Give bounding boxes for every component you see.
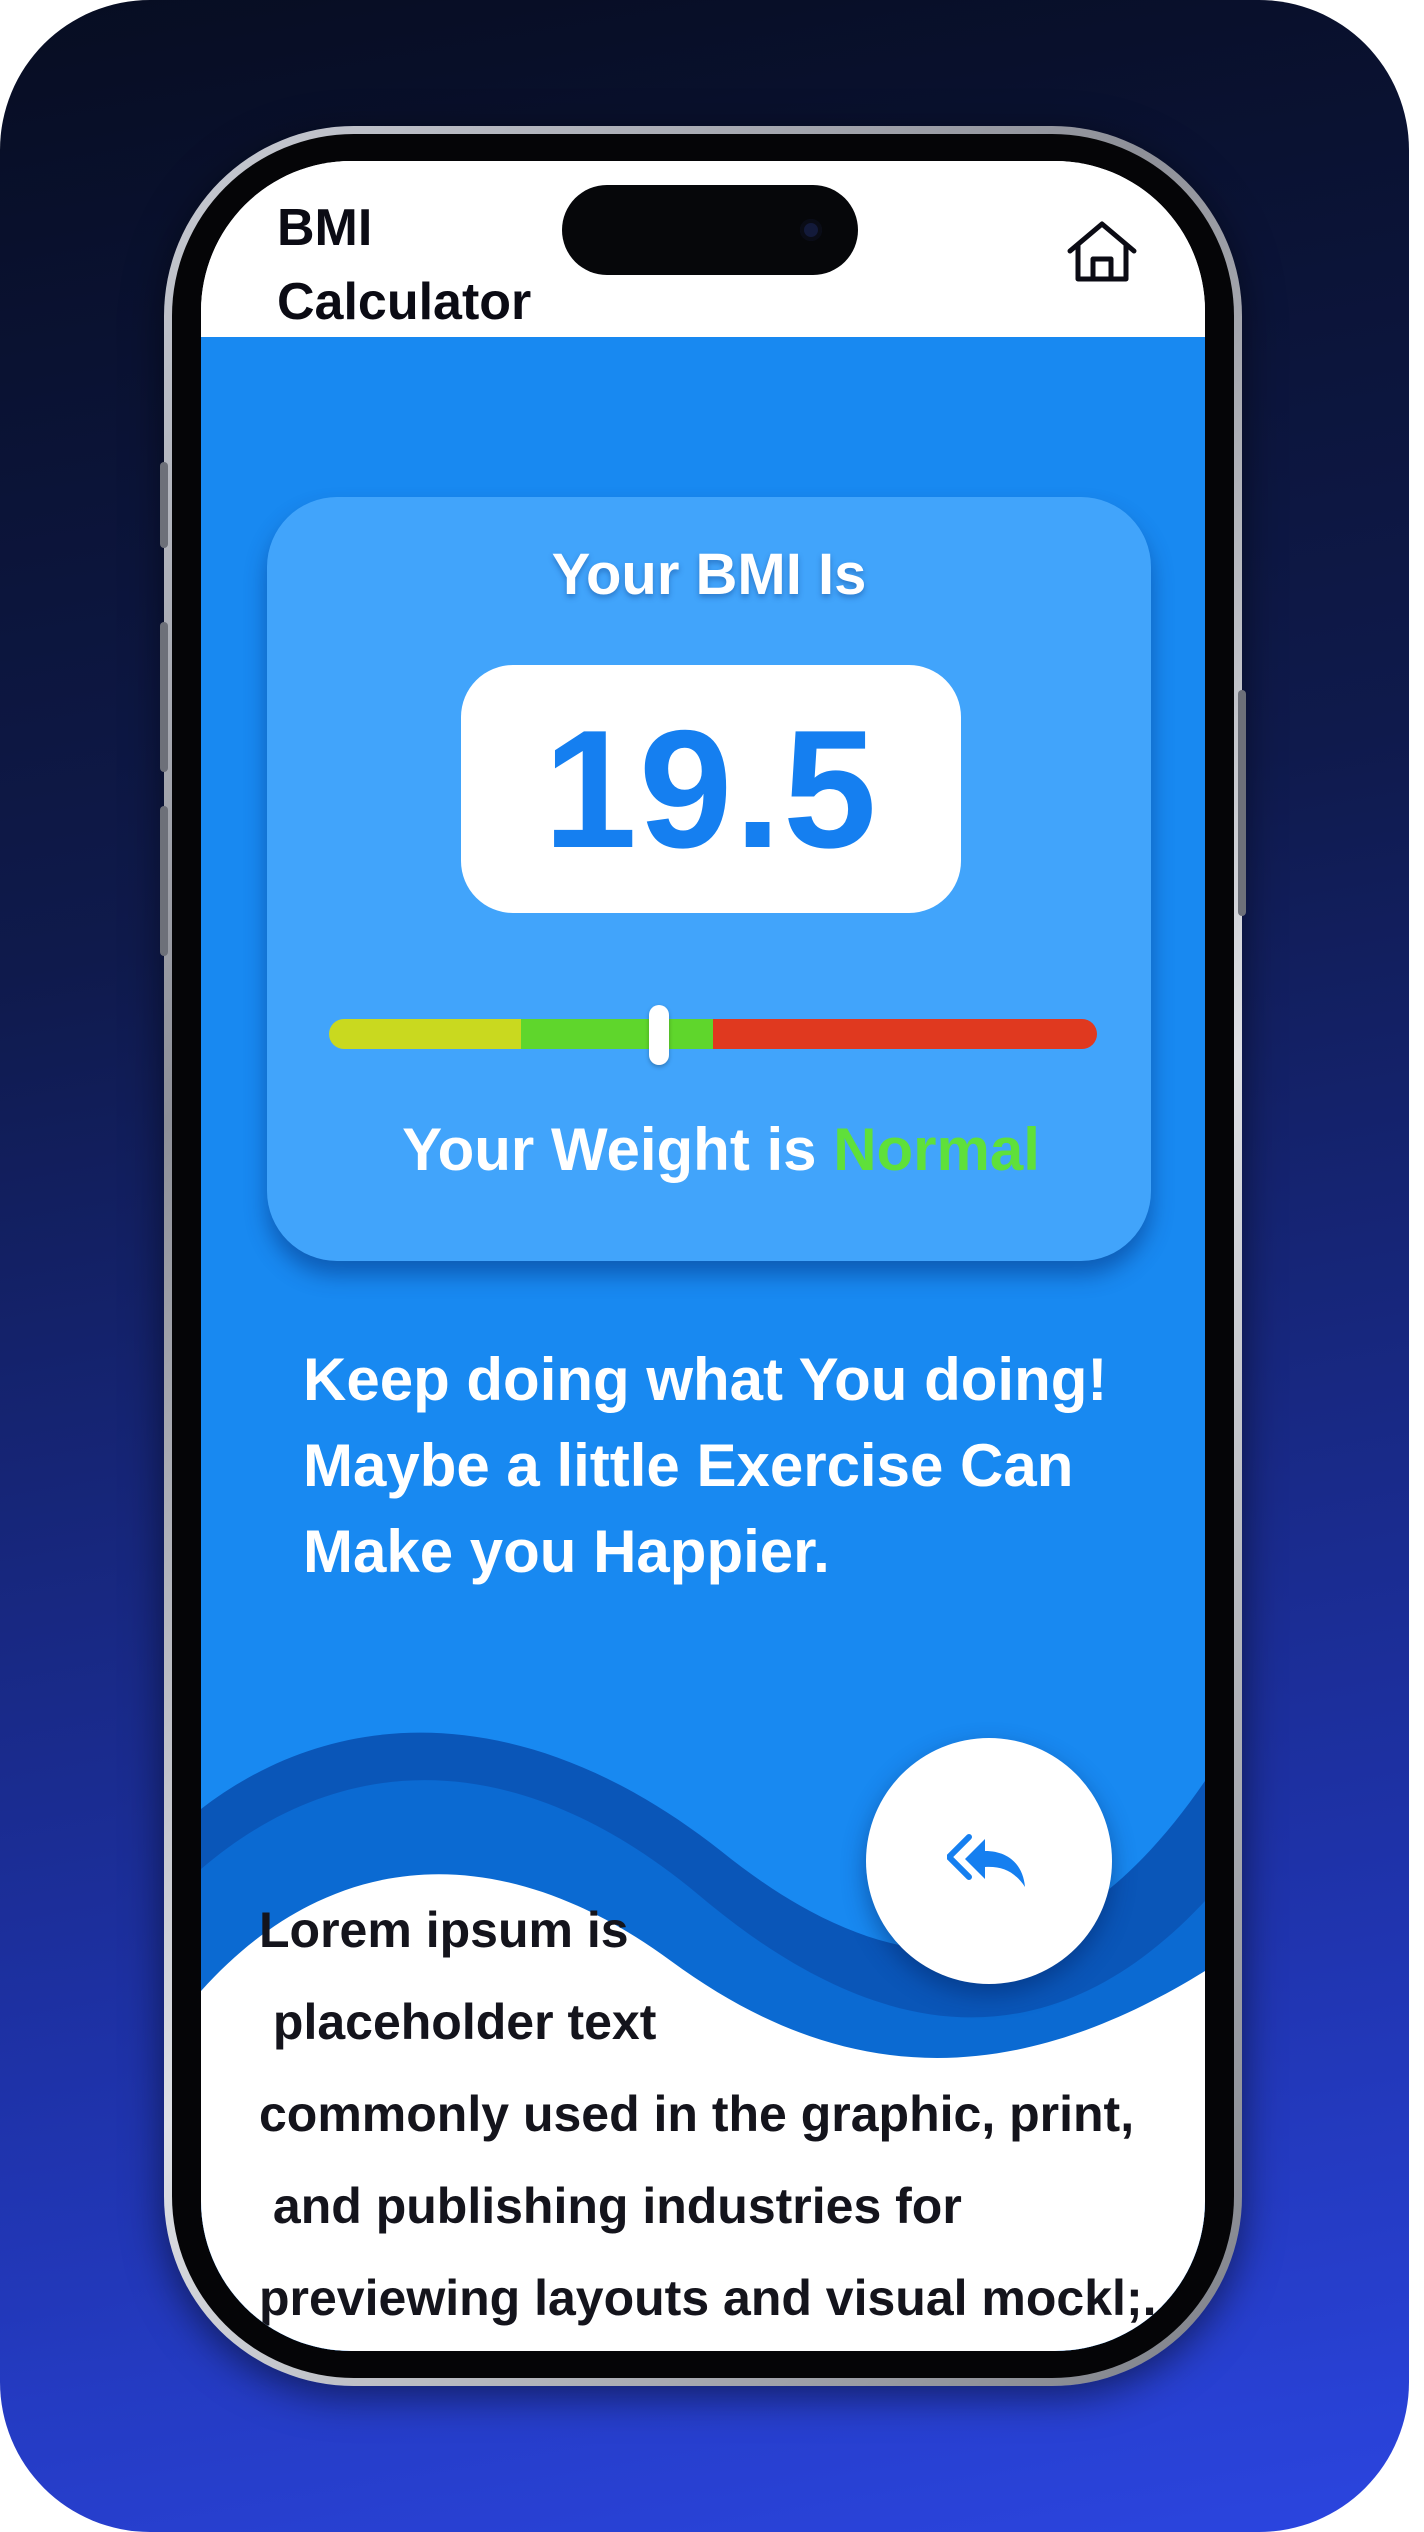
bmi-value-box: 19.5 bbox=[461, 665, 961, 913]
scale-segment-underweight bbox=[329, 1019, 521, 1049]
bmi-value: 19.5 bbox=[543, 694, 879, 883]
app-title: BMI Calculator bbox=[277, 199, 532, 331]
bmi-scale-bar bbox=[329, 1019, 1097, 1049]
front-camera bbox=[800, 219, 822, 241]
scale-segment-normal bbox=[521, 1019, 713, 1049]
home-button[interactable] bbox=[1059, 211, 1145, 293]
volume-up-button bbox=[160, 622, 168, 772]
weight-prefix: Your Weight is bbox=[402, 1116, 834, 1183]
reply-all-icon bbox=[947, 1834, 1025, 1887]
power-button bbox=[1238, 690, 1246, 916]
weight-status-line: Your Weight is Normal bbox=[267, 1115, 1151, 1184]
phone-screen: BMI Calculator Your BMI Is 19.5 Your Wei… bbox=[201, 161, 1205, 2351]
weight-status: Normal bbox=[833, 1116, 1040, 1183]
bmi-scale-marker bbox=[649, 1005, 670, 1065]
silent-switch bbox=[160, 462, 168, 548]
dynamic-island bbox=[562, 185, 858, 275]
advice-text: Keep doing what You doing! Maybe a littl… bbox=[303, 1346, 1108, 1585]
home-icon bbox=[1067, 221, 1137, 282]
scale-segment-overweight bbox=[713, 1019, 1097, 1049]
bmi-result-card: Your BMI Is 19.5 Your Weight is Normal bbox=[267, 497, 1151, 1261]
volume-down-button bbox=[160, 806, 168, 956]
bmi-heading: Your BMI Is bbox=[551, 542, 867, 607]
back-button[interactable] bbox=[866, 1738, 1112, 1984]
